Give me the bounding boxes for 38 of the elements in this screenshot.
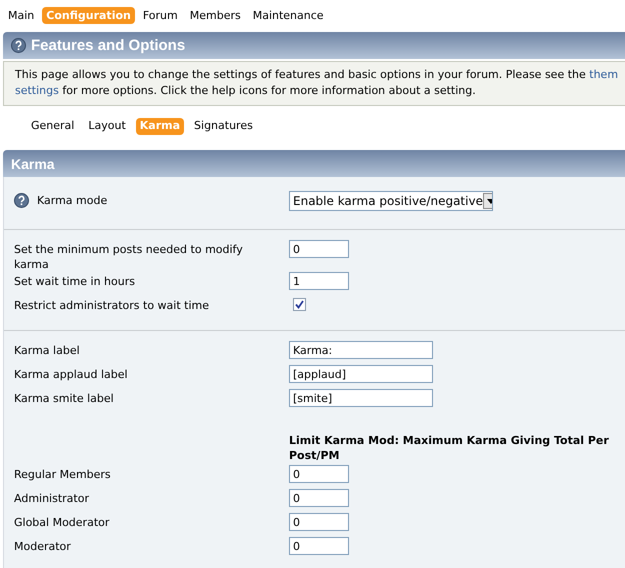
input-field[interactable]: 0 [289,537,349,555]
input-field[interactable]: 0 [289,513,349,531]
settings-link[interactable]: them [589,68,618,81]
input-field[interactable]: [applaud] [289,365,433,383]
input-field[interactable]: 0 [289,465,349,483]
setting-label: Global Moderator [14,515,110,530]
checkbox[interactable] [293,298,306,311]
description-text: for more options. Click the help icons for more information about a setting. [61,84,476,97]
setting-label: Set wait time in hours [14,274,136,289]
input-field[interactable]: 0 [289,489,349,507]
tab[interactable]: Layout [84,118,130,135]
nav-tab[interactable]: Members [186,6,245,24]
setting-label: Regular Members [14,467,112,482]
setting-label: Karma mode [37,193,108,208]
settings-link[interactable]: settings [15,84,59,97]
input-field[interactable]: 0 [289,240,349,258]
description-text: This page allows you to change the settings of features and basic options in your forum. Please see the [15,68,587,81]
limit-heading: Limit Karma Mod: Maximum Karma Giving Total Per Post/PM [289,433,610,464]
section-title: Karma [11,156,55,172]
setting-label: Administrator [14,491,90,506]
page-title: Features and Options [31,37,186,54]
nav-tab[interactable]: Maintenance [248,6,328,24]
input-field[interactable]: [smite] [289,389,433,407]
help-icon[interactable] [11,38,26,53]
setting-label: Karma label [14,343,81,358]
setting-label: Moderator [14,539,72,554]
nav-tab[interactable]: Main [4,6,38,24]
setting-label: Set the minimum posts needed to modify karma [14,242,244,272]
setting-label: Karma smite label [14,391,115,406]
help-icon[interactable] [14,193,29,208]
setting-label: Restrict administrators to wait time [14,298,210,313]
input-field[interactable]: Karma: [289,341,433,359]
nav-tab[interactable]: Forum [138,6,182,24]
karma-mode-select[interactable]: Enable karma positive/negative [289,191,493,211]
input-field[interactable]: 1 [289,272,349,290]
setting-label: Karma applaud label [14,367,129,382]
tab[interactable]: General [27,118,78,135]
tab[interactable]: Signatures [190,118,257,135]
